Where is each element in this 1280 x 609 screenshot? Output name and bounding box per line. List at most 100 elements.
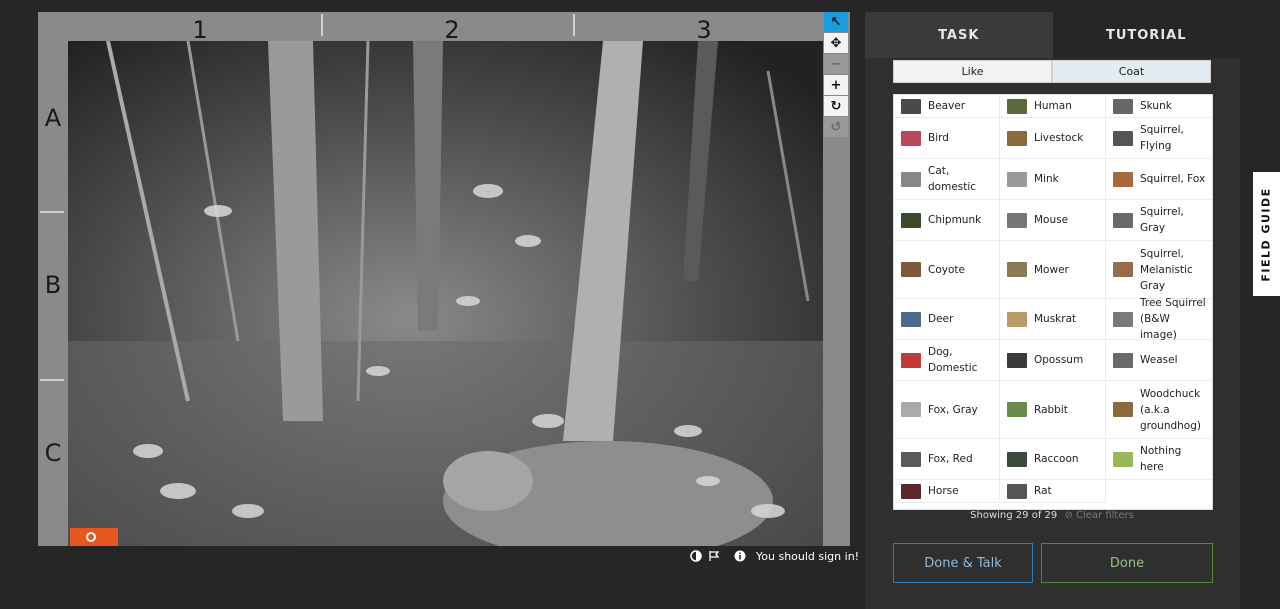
species-option[interactable]: Rabbit (1000, 381, 1106, 439)
species-label: Opossum (1034, 354, 1084, 366)
species-option[interactable]: Cat, domestic (894, 159, 1000, 200)
species-thumbnail-icon (1007, 130, 1027, 146)
filter-coat-button[interactable]: Coat (1052, 60, 1211, 83)
pointer-tool-button[interactable]: ↖ (824, 12, 848, 32)
filter-like-button[interactable]: Like (893, 60, 1052, 83)
rotate-button[interactable]: ↻ (824, 96, 848, 116)
species-thumbnail-icon (901, 451, 921, 467)
species-thumbnail-icon (901, 212, 921, 228)
species-option[interactable]: Bird (894, 118, 1000, 159)
species-label: Nothing here (1140, 445, 1182, 473)
species-option[interactable]: Chipmunk (894, 200, 1000, 241)
grid-divider (321, 14, 323, 36)
species-label: Mower (1034, 263, 1069, 276)
species-option[interactable]: Rat (1000, 480, 1106, 503)
species-thumbnail-icon (901, 98, 921, 114)
species-option[interactable]: Squirrel, Flying (1106, 118, 1212, 159)
species-label: Cat, domestic (928, 165, 977, 193)
species-option[interactable]: Fox, Gray (894, 381, 1000, 439)
image-toolbar: ↖ ✥ − + ↻ ↺ (824, 12, 850, 138)
panel-tabs: TASK TUTORIAL (865, 12, 1240, 58)
species-option[interactable]: Deer (894, 299, 1000, 340)
species-option[interactable]: Human (1000, 95, 1106, 118)
zoom-in-button[interactable]: + (824, 75, 848, 95)
minus-icon: − (830, 56, 842, 72)
showing-count: Showing 29 of 29 (970, 510, 1058, 521)
species-label: Squirrel, Melanistic Gray (1140, 247, 1193, 292)
grid-row-label: A (44, 104, 62, 132)
info-icon[interactable] (734, 550, 746, 562)
species-option[interactable]: Dog, Domestic (894, 340, 1000, 381)
species-option[interactable]: Squirrel, Fox (1106, 159, 1212, 200)
sign-in-prompt[interactable]: You should sign in! (756, 550, 859, 563)
species-option[interactable]: Mink (1000, 159, 1106, 200)
species-label: Muskrat (1034, 313, 1077, 325)
species-option[interactable]: Beaver (894, 95, 1000, 118)
done-and-talk-button[interactable]: Done & Talk (893, 543, 1033, 583)
reset-button[interactable]: ↺ (824, 117, 848, 137)
species-thumbnail-icon (1007, 212, 1027, 228)
species-thumbnail-icon (1007, 402, 1027, 417)
species-option[interactable]: Muskrat (1000, 299, 1106, 340)
species-option[interactable]: Skunk (1106, 95, 1212, 118)
species-label: Squirrel, Fox (1140, 173, 1206, 185)
species-label: Woodchuck (a.k.a groundhog) (1140, 387, 1201, 432)
grid-row-label: B (44, 271, 62, 299)
clear-filters-link[interactable]: ⊘ Clear filters (1064, 510, 1133, 521)
species-option[interactable]: Coyote (894, 241, 1000, 299)
subject-meta-bar: You should sign in! (690, 549, 859, 563)
tab-task[interactable]: TASK (865, 12, 1053, 58)
species-option[interactable]: Squirrel, Gray (1106, 200, 1212, 241)
species-label: Coyote (928, 263, 965, 276)
species-option[interactable]: Raccoon (1000, 439, 1106, 480)
badge-icon (70, 528, 118, 546)
species-thumbnail-icon (1007, 171, 1027, 187)
species-label: Chipmunk (928, 214, 982, 226)
species-option[interactable]: Opossum (1000, 340, 1106, 381)
species-option[interactable]: Nothing here (1106, 439, 1212, 480)
camera-trap-photo[interactable] (68, 41, 823, 546)
zoom-out-button[interactable]: − (824, 54, 848, 74)
classification-panel: TASK TUTORIAL Like Coat Beaver Human Skunk… (865, 12, 1240, 609)
species-thumbnail-icon (1007, 262, 1027, 277)
species-label: Beaver (928, 100, 966, 112)
species-thumbnail-icon (901, 352, 921, 368)
photo-placeholder-graphic (68, 41, 823, 546)
species-thumbnail-icon (1113, 352, 1133, 368)
species-option[interactable]: Tree Squirrel (B&W image) (1106, 297, 1212, 341)
species-thumbnail-icon (1113, 212, 1133, 228)
species-label: Fox, Red (928, 453, 973, 465)
species-option[interactable]: Fox, Red (894, 439, 1000, 480)
species-thumbnail-icon (1113, 402, 1133, 417)
species-thumbnail-icon (1007, 483, 1027, 499)
species-thumbnail-icon (901, 402, 921, 417)
species-thumbnail-icon (1113, 451, 1133, 467)
invert-icon[interactable] (690, 550, 702, 562)
species-label: Horse (928, 485, 959, 497)
done-button[interactable]: Done (1041, 543, 1213, 583)
pointer-icon: ↖ (830, 14, 842, 30)
field-guide-tab[interactable]: FIELD GUIDE (1253, 172, 1280, 296)
species-thumbnail-icon (1113, 98, 1133, 114)
species-thumbnail-icon (901, 311, 921, 327)
move-tool-button[interactable]: ✥ (824, 33, 848, 53)
species-label: Mink (1034, 173, 1059, 185)
species-option[interactable]: Weasel (1106, 340, 1212, 381)
grid-column-label: 2 (444, 16, 460, 44)
species-option[interactable]: Horse (894, 480, 1000, 503)
species-thumbnail-icon (1113, 171, 1133, 187)
tab-tutorial[interactable]: TUTORIAL (1052, 12, 1240, 58)
species-option[interactable]: Mouse (1000, 200, 1106, 241)
species-option[interactable]: Mower (1000, 241, 1106, 299)
grid-column-label: 1 (192, 16, 208, 44)
species-thumbnail-icon (1007, 352, 1027, 368)
species-option[interactable]: Livestock (1000, 118, 1106, 159)
species-option[interactable]: Squirrel, Melanistic Gray (1106, 241, 1212, 299)
move-icon: ✥ (830, 35, 842, 51)
subject-image-viewer[interactable]: 1 2 3 A B C ↖ ✥ − + ↻ ↺ (38, 12, 850, 546)
species-thumbnail-icon (1007, 451, 1027, 467)
species-thumbnail-icon (901, 483, 921, 499)
flag-icon[interactable] (708, 550, 720, 562)
species-thumbnail-icon (901, 171, 921, 187)
species-option[interactable]: Woodchuck (a.k.a groundhog) (1106, 381, 1212, 439)
